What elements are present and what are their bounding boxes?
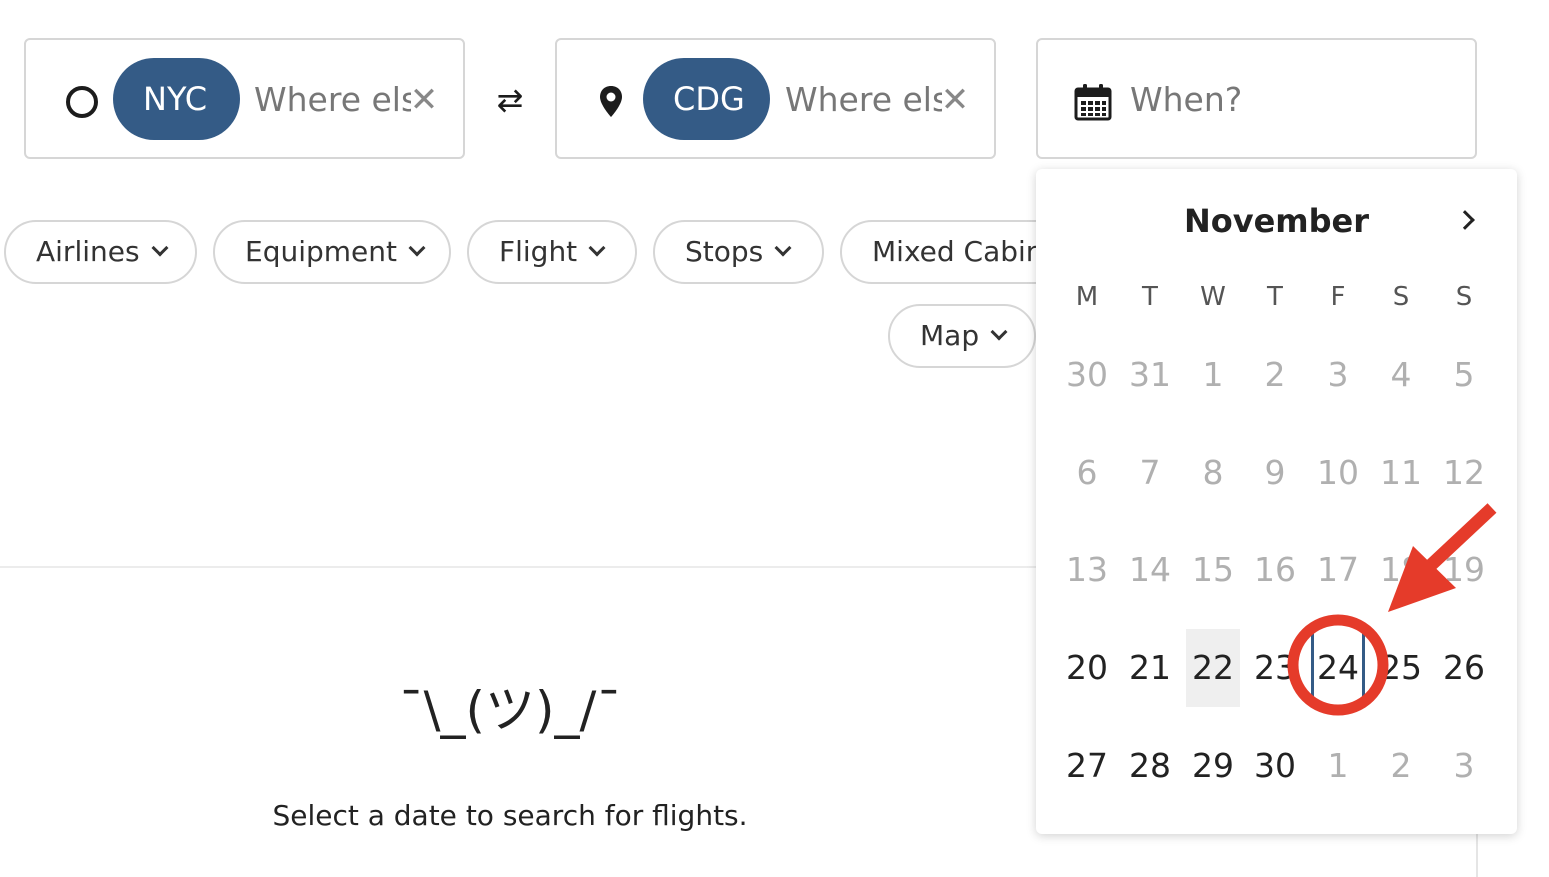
chevron-right-icon [1455, 210, 1475, 230]
results-border [1476, 834, 1478, 877]
calendar-day[interactable]: 17 [1311, 531, 1365, 609]
calendar-day[interactable]: 13 [1060, 531, 1114, 609]
calendar-day-today[interactable]: 22 [1186, 629, 1240, 707]
calendar-day[interactable]: 27 [1060, 727, 1114, 805]
calendar-day[interactable]: 2 [1374, 727, 1428, 805]
filter-stops[interactable]: Stops [653, 220, 824, 284]
filter-label: Flight [499, 235, 578, 268]
date-picker-popup: November M T W T F S S 30 31 1 2 3 4 5 6 7 8 9 10 11 12 13 14 1… [1036, 169, 1517, 834]
filter-airlines[interactable]: Airlines [4, 220, 197, 284]
calendar-day[interactable]: 8 [1186, 434, 1240, 512]
swap-icon[interactable]: ⇄ [490, 80, 530, 120]
weekday-header: T [1267, 282, 1283, 312]
weekday-header: F [1330, 282, 1346, 312]
calendar-day[interactable]: 10 [1311, 434, 1365, 512]
shrug-emoticon: ¯\_(ツ)_/¯ [398, 681, 622, 739]
calendar-day[interactable]: 14 [1123, 531, 1177, 609]
origin-clear-icon[interactable]: ✕ [409, 78, 439, 122]
calendar-day[interactable]: 18 [1374, 531, 1428, 609]
filter-label: Stops [685, 235, 764, 268]
origin-field[interactable]: NYC Where else? ✕ [24, 38, 465, 159]
empty-state-message: Select a date to search for flights. [272, 799, 748, 832]
filter-label: Mixed Cabins [872, 235, 1059, 268]
calendar-day[interactable]: 16 [1248, 531, 1302, 609]
calendar-day[interactable]: 9 [1248, 434, 1302, 512]
origin-input[interactable]: Where else? [254, 78, 411, 122]
filter-label: Airlines [36, 235, 140, 268]
weekday-header: M [1075, 282, 1099, 312]
weekday-header: W [1200, 282, 1226, 312]
calendar-day[interactable]: 3 [1311, 336, 1365, 414]
date-field[interactable]: When? [1036, 38, 1477, 159]
filter-flight[interactable]: Flight [467, 220, 637, 284]
chevron-down-icon [151, 239, 169, 257]
filter-map[interactable]: Map [888, 304, 1036, 368]
calendar-day[interactable]: 30 [1248, 727, 1302, 805]
calendar-month-title: November [1183, 202, 1370, 240]
map-pin-icon [600, 86, 622, 117]
origin-chip[interactable]: NYC [113, 58, 240, 140]
calendar-day[interactable]: 15 [1186, 531, 1240, 609]
calendar-day[interactable]: 20 [1060, 629, 1114, 707]
origin-circle-icon [66, 86, 98, 118]
calendar-day[interactable]: 29 [1186, 727, 1240, 805]
calendar-icon [1074, 84, 1112, 121]
calendar-day[interactable]: 26 [1437, 629, 1491, 707]
destination-field[interactable]: CDG Where else? ✕ [555, 38, 996, 159]
calendar-day[interactable]: 7 [1123, 434, 1177, 512]
destination-chip[interactable]: CDG [643, 58, 770, 140]
chevron-down-icon [774, 239, 792, 257]
chevron-down-icon [588, 239, 606, 257]
calendar-day[interactable]: 3 [1437, 727, 1491, 805]
calendar-day[interactable]: 5 [1437, 336, 1491, 414]
chevron-down-icon [408, 239, 426, 257]
filter-equipment[interactable]: Equipment [213, 220, 451, 284]
calendar-day[interactable]: 4 [1374, 336, 1428, 414]
calendar-day[interactable]: 31 [1123, 336, 1177, 414]
calendar-day[interactable]: 30 [1060, 336, 1114, 414]
calendar-day[interactable]: 1 [1311, 727, 1365, 805]
calendar-day[interactable]: 19 [1437, 531, 1491, 609]
filter-label: Map [920, 319, 980, 352]
calendar-day-selected[interactable]: 24 [1311, 629, 1365, 707]
calendar-day[interactable]: 12 [1437, 434, 1491, 512]
destination-clear-icon[interactable]: ✕ [940, 78, 970, 122]
calendar-day[interactable]: 25 [1374, 629, 1428, 707]
chevron-down-icon [990, 323, 1008, 341]
calendar-day[interactable]: 23 [1248, 629, 1302, 707]
calendar-day[interactable]: 6 [1060, 434, 1114, 512]
filter-label: Equipment [245, 235, 397, 268]
calendar-day[interactable]: 1 [1186, 336, 1240, 414]
destination-input[interactable]: Where else? [785, 78, 942, 122]
calendar-day[interactable]: 28 [1123, 727, 1177, 805]
weekday-header: T [1142, 282, 1158, 312]
calendar-day[interactable]: 2 [1248, 336, 1302, 414]
calendar-day[interactable]: 21 [1123, 629, 1177, 707]
weekday-header: S [1392, 282, 1410, 312]
weekday-header: S [1455, 282, 1473, 312]
next-month-button[interactable] [1448, 201, 1488, 241]
date-input[interactable]: When? [1130, 78, 1430, 122]
section-divider [0, 566, 1036, 568]
calendar-day[interactable]: 11 [1374, 434, 1428, 512]
